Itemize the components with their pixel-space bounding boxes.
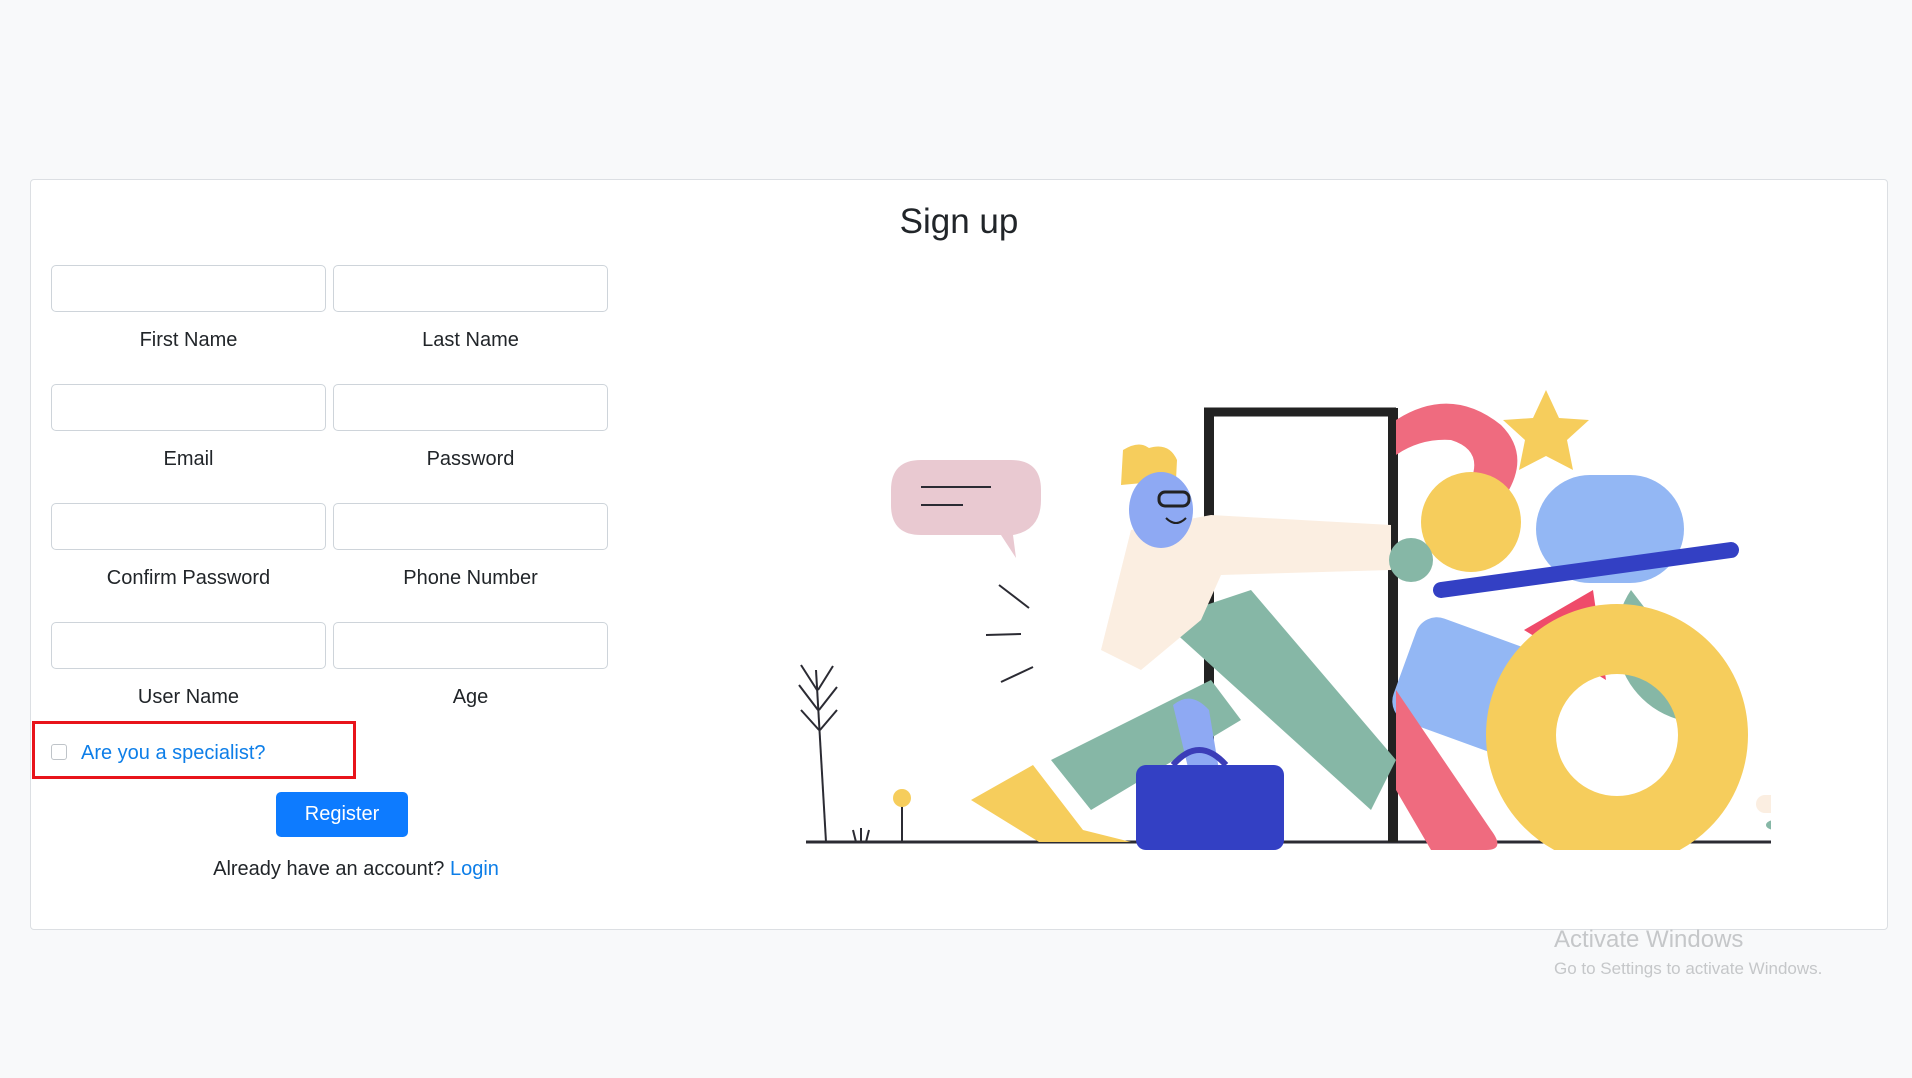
specialist-label[interactable]: Are you a specialist? (81, 742, 266, 765)
specialist-checkbox[interactable] (51, 744, 67, 760)
signup-illustration (798, 390, 1771, 850)
speech-bubble-icon (891, 460, 1041, 558)
password-label: Password (426, 448, 515, 470)
first-name-label: First Name (139, 329, 238, 351)
age-input[interactable] (333, 622, 608, 669)
plant-right-icon (1756, 795, 1771, 830)
signup-card: Sign up First Name Last Name Email Passw… (30, 179, 1888, 930)
email-label: Email (163, 448, 214, 470)
phone-number-label: Phone Number (403, 567, 538, 589)
confirm-password-input[interactable] (51, 503, 326, 550)
confirm-password-label: Confirm Password (106, 567, 271, 589)
phone-number-input[interactable] (333, 503, 608, 550)
activate-windows-title: Activate Windows (1554, 926, 1744, 953)
user-name-input[interactable] (51, 622, 326, 669)
bag-icon (1136, 765, 1284, 850)
first-name-input[interactable] (51, 265, 326, 312)
login-prompt-row: Already have an account? Login (31, 858, 681, 881)
age-label: Age (452, 686, 489, 708)
last-name-label: Last Name (422, 329, 519, 351)
flower-dot (893, 789, 911, 807)
yellow-ring (1486, 604, 1748, 850)
last-name-input[interactable] (333, 265, 608, 312)
password-input[interactable] (333, 384, 608, 431)
yellow-circle (1421, 472, 1521, 572)
motion-lines (985, 584, 1034, 683)
green-circle (1389, 538, 1433, 582)
activate-windows-subtitle: Go to Settings to activate Windows. (1554, 959, 1823, 978)
login-link[interactable]: Login (450, 858, 499, 880)
email-input[interactable] (51, 384, 326, 431)
plant-left-icon (798, 664, 870, 843)
page-title: Sign up (899, 202, 1019, 241)
login-prompt-text: Already have an account? (213, 858, 445, 880)
register-button[interactable]: Register (276, 792, 408, 837)
user-name-label: User Name (137, 686, 240, 708)
